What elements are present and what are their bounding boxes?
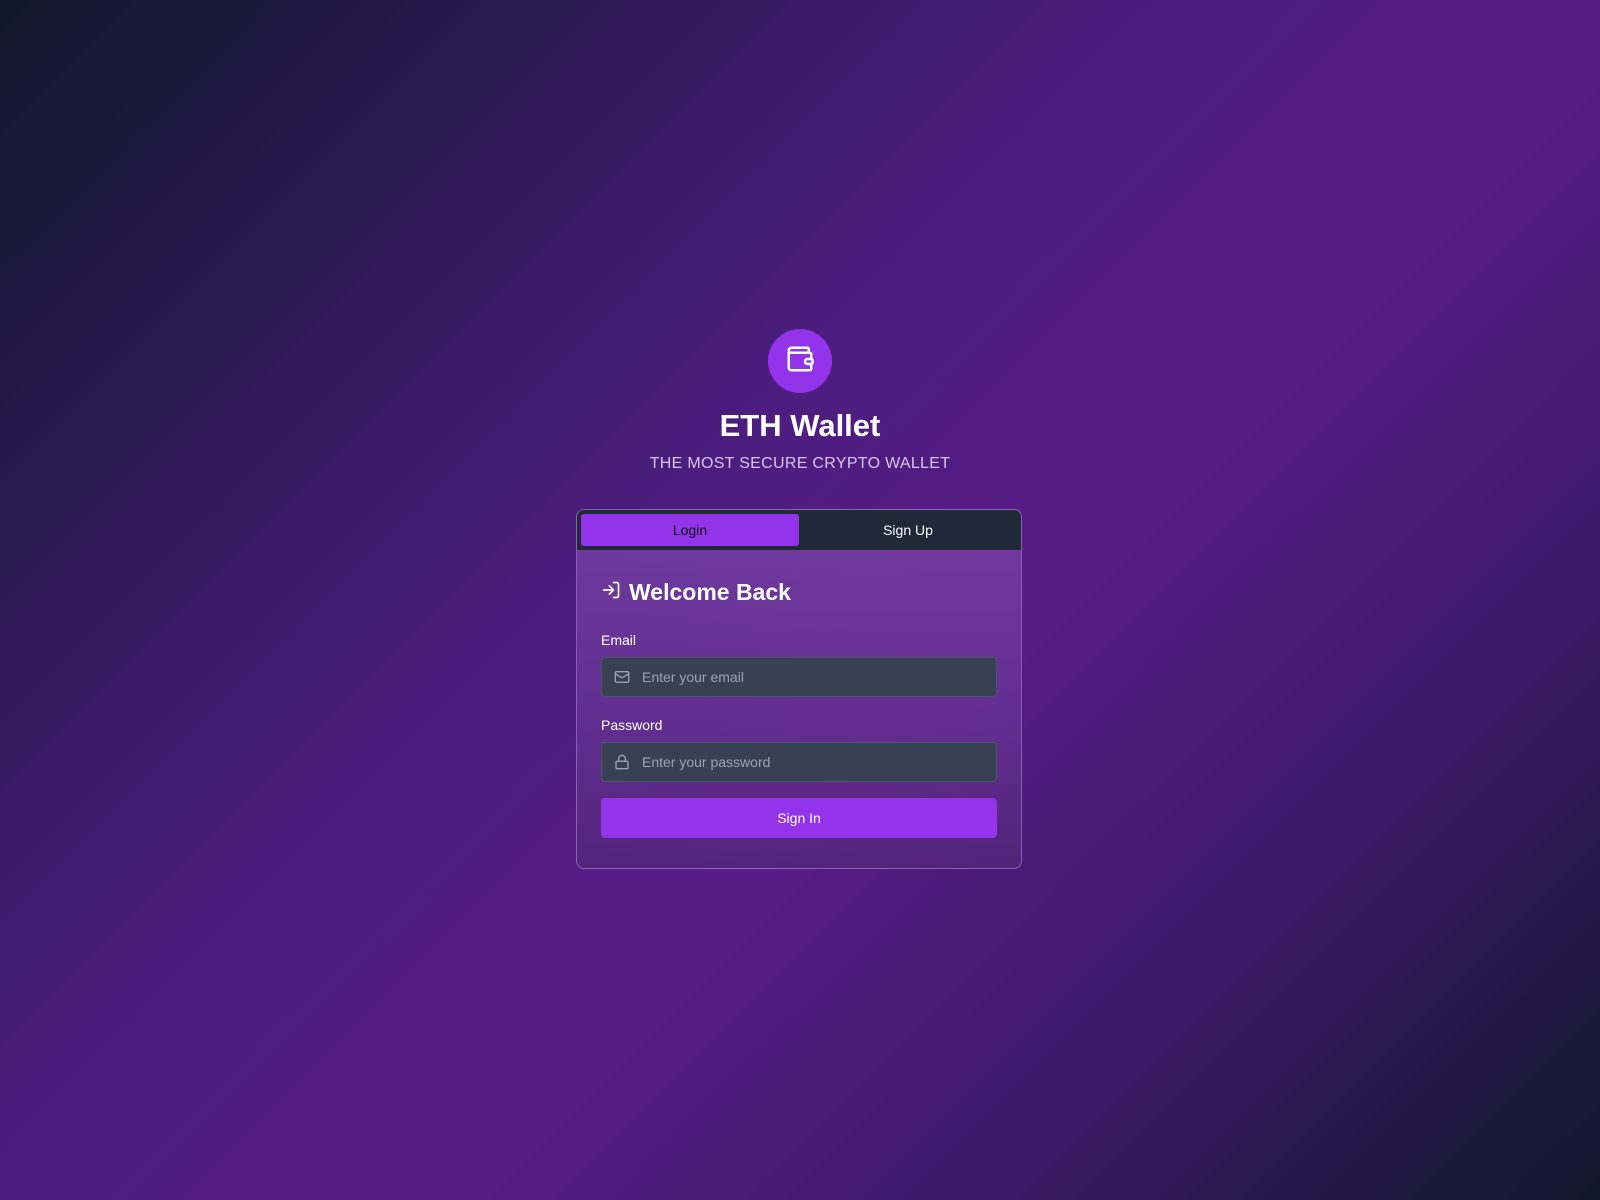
mail-icon (614, 669, 630, 685)
form-heading: Welcome Back (601, 576, 997, 608)
password-label: Password (601, 717, 663, 733)
logo (768, 329, 832, 393)
page: ETH Wallet THE MOST SECURE CRYPTO WALLET… (0, 0, 1600, 1200)
email-label: Email (601, 632, 637, 648)
tab-sign-up[interactable]: Sign Up (799, 514, 1017, 546)
password-input[interactable] (642, 743, 996, 781)
wallet-icon (785, 344, 815, 379)
app-subtitle: THE MOST SECURE CRYPTO WALLET (649, 455, 951, 472)
app-title: ETH Wallet (719, 408, 881, 443)
auth-tabs: Login Sign Up (577, 510, 1021, 550)
email-input[interactable] (642, 658, 996, 696)
form-heading-text: Welcome Back (629, 578, 791, 605)
log-in-icon (601, 580, 621, 605)
tab-login[interactable]: Login (581, 514, 799, 546)
lock-icon (614, 754, 630, 770)
sign-in-button[interactable]: Sign In (601, 798, 997, 838)
auth-card: Login Sign Up Welcome Back Email Enter y… (576, 509, 1022, 869)
brand-header: ETH Wallet THE MOST SECURE CRYPTO WALLET (0, 329, 1600, 474)
login-form: Welcome Back Email Password (577, 550, 1021, 838)
email-input-wrapper (601, 657, 997, 697)
password-input-wrapper (601, 742, 997, 782)
